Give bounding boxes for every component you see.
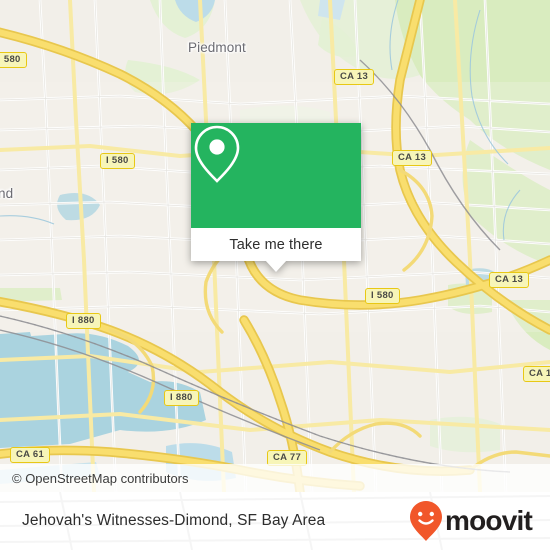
road-shield: I 580 bbox=[100, 153, 135, 169]
road-shield: CA 61 bbox=[10, 447, 51, 463]
map-canvas[interactable]: Piedmont nd I 580 CA 13 I 580 CA 13 CA 1… bbox=[0, 0, 550, 492]
road-shield: I 880 bbox=[164, 390, 199, 406]
place-label-oakland: nd bbox=[0, 186, 14, 201]
road-shield: I 580 bbox=[0, 52, 27, 68]
road-shield: I 580 bbox=[365, 288, 400, 304]
moovit-wordmark: moovit bbox=[445, 505, 533, 536]
map-attribution: © OpenStreetMap contributors bbox=[0, 464, 550, 492]
moovit-smiley-pin-icon bbox=[410, 501, 443, 541]
page-footer: Jehovah's Witnesses-Dimond, SF Bay Area … bbox=[0, 492, 550, 550]
moovit-logo[interactable]: moovit bbox=[409, 500, 533, 542]
road-shield: CA 13 bbox=[489, 272, 530, 288]
place-label-piedmont: Piedmont bbox=[188, 40, 246, 55]
take-me-there-button[interactable]: Take me there bbox=[191, 228, 361, 261]
road-shield: CA 13 bbox=[334, 69, 375, 85]
popup-header bbox=[191, 123, 361, 228]
location-title: Jehovah's Witnesses-Dimond, SF Bay Area bbox=[22, 512, 326, 529]
moovit-map-page: Piedmont nd I 580 CA 13 I 580 CA 13 CA 1… bbox=[0, 0, 550, 550]
location-popup[interactable]: Take me there bbox=[191, 123, 361, 272]
attribution-text: © OpenStreetMap contributors bbox=[12, 470, 189, 486]
road-shield: CA 13 bbox=[392, 150, 433, 166]
road-shield: CA 1 bbox=[523, 366, 550, 382]
popup-pointer-tail bbox=[265, 260, 287, 272]
map-pin-icon bbox=[194, 125, 240, 183]
road-shield: I 880 bbox=[66, 313, 101, 329]
